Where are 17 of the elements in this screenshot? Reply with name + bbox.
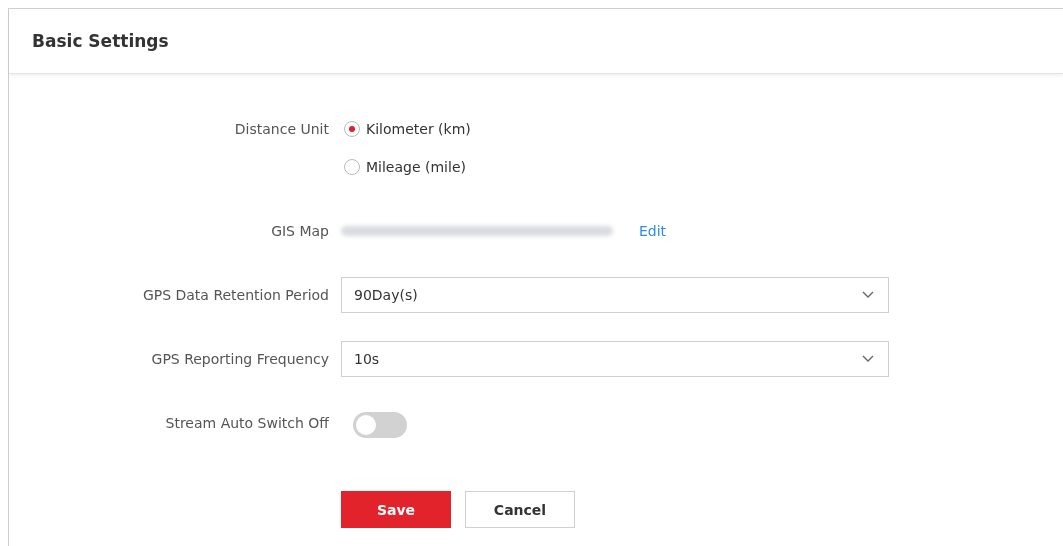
dropdown-select[interactable]: 90Day(s)	[341, 277, 889, 313]
dropdown-select[interactable]: 10s	[341, 341, 889, 377]
field-label: GIS Map	[270, 222, 329, 241]
radio-selected-icon[interactable]	[344, 121, 360, 137]
radio-empty-icon[interactable]	[344, 159, 360, 175]
radio-option[interactable]: Kilometer (km)	[341, 111, 471, 147]
field-label: Stream Auto Switch Off	[164, 414, 329, 433]
page-title: Basic Settings	[32, 31, 169, 51]
field-label: GPS Reporting Frequency	[150, 350, 329, 369]
chevron-down-icon	[862, 291, 874, 299]
cancel-button[interactable]: Cancel	[465, 491, 575, 528]
field-label: GPS Data Retention Period	[141, 286, 329, 305]
save-button[interactable]: Save	[341, 491, 451, 528]
chevron-down-icon	[862, 355, 874, 363]
toggle-switch[interactable]	[353, 412, 407, 438]
field-label: Distance Unit	[233, 120, 329, 139]
radio-option[interactable]: Mileage (mile)	[341, 149, 466, 185]
